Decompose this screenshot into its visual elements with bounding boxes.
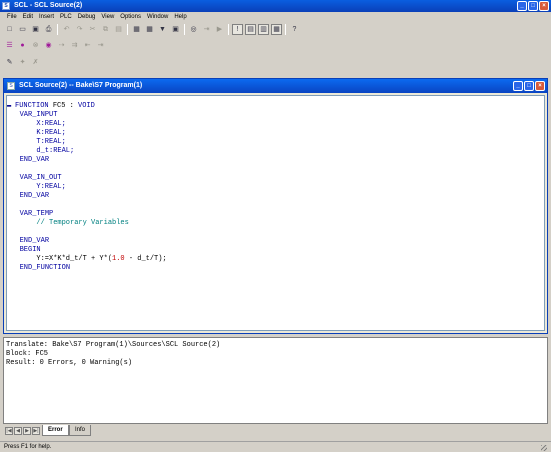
close-icon[interactable]: × (539, 1, 549, 11)
step-icon[interactable]: ⇥ (201, 24, 212, 35)
first-tab-icon[interactable]: |◀ (5, 427, 13, 435)
tool-icon[interactable]: ✦ (17, 57, 28, 68)
tab-info[interactable]: Info (69, 425, 92, 436)
menu-file[interactable]: File (4, 12, 20, 22)
list-icon[interactable]: ☰ (4, 40, 15, 51)
app-title-bar: S SCL - SCL Source(2) _ □ × (0, 0, 551, 12)
delete-breakpoint-icon[interactable]: ⊗ (30, 40, 41, 51)
step-out-icon[interactable]: ⇤ (82, 40, 93, 51)
close-icon[interactable]: × (535, 81, 545, 91)
code-line: // Temporary Variables (36, 219, 129, 227)
pen-icon[interactable]: ✎ (4, 57, 15, 68)
new-file-icon[interactable]: □ (4, 24, 15, 35)
code-line: X:REAL; (36, 120, 66, 128)
code-line: Y:REAL; (36, 183, 66, 191)
compile-icon[interactable]: ▦ (131, 24, 142, 35)
code-editor[interactable]: ▬ FUNCTION FC5 : VOID VAR_INPUT X:REAL; K… (6, 95, 545, 331)
step-into-icon[interactable]: ⇢ (56, 40, 67, 51)
debug-toolbar: ☰ ● ⊗ ◉ ⇢ ⇉ ⇤ ⇥ (4, 39, 106, 52)
compile-all-icon[interactable]: ▦ (144, 24, 155, 35)
tab-error[interactable]: Error (42, 425, 69, 436)
breakpoint-dot-icon[interactable]: ● (17, 40, 28, 51)
save-icon[interactable]: ▣ (30, 24, 41, 35)
menu-help[interactable]: Help (171, 12, 189, 22)
menu-edit[interactable]: Edit (20, 12, 36, 22)
scl-app-icon[interactable]: S (2, 2, 10, 10)
code-line: d_t:REAL; (36, 147, 75, 155)
cascade-icon[interactable]: ▤ (245, 24, 256, 35)
document-icon[interactable]: S (7, 82, 15, 90)
monitor-icon[interactable]: ▣ (170, 24, 181, 35)
code-line: END_VAR (19, 156, 50, 164)
menu-options[interactable]: Options (117, 12, 144, 22)
last-tab-icon[interactable]: ▶| (32, 427, 40, 435)
toolbar-separator (184, 24, 185, 35)
code-line: VAR_TEMP (19, 210, 54, 218)
menu-view[interactable]: View (98, 12, 117, 22)
code-line: K:REAL; (36, 129, 66, 137)
source-window: S SCL Source(2) -- Bake\S7 Program(1) _ … (3, 78, 548, 334)
output-result-line: Result: 0 Errors, 0 Warning(s) (6, 359, 133, 367)
code-line: T:REAL; (36, 138, 66, 146)
wrench-icon[interactable]: ✗ (30, 57, 41, 68)
code-line: VAR_INPUT (19, 111, 58, 119)
next-tab-icon[interactable]: ▶ (23, 427, 31, 435)
status-text: Press F1 for help. (4, 444, 52, 450)
source-window-title-bar: S SCL Source(2) -- Bake\S7 Program(1) _ … (4, 79, 547, 93)
download-icon[interactable]: ▼ (157, 24, 168, 35)
run-icon[interactable]: ▶ (214, 24, 225, 35)
maximize-icon[interactable]: □ (528, 1, 538, 11)
code-line: BEGIN (19, 246, 41, 254)
menu-window[interactable]: Window (144, 12, 171, 22)
output-tab-bar: |◀ ◀ ▶ ▶| Error Info (3, 425, 548, 437)
breakpoints-active-icon[interactable]: ◉ (43, 40, 54, 51)
code-line: ▬ FUNCTION FC5 : VOID (7, 102, 95, 110)
code-line: Y:=X*K*d_t/T + Y*(1.0 - d_t/T); (36, 255, 167, 263)
exclamation-icon[interactable]: ! (232, 24, 243, 35)
prev-tab-icon[interactable]: ◀ (14, 427, 22, 435)
app-title: SCL - SCL Source(2) (14, 2, 83, 9)
code-line: END_VAR (19, 192, 50, 200)
menu-plc[interactable]: PLC (57, 12, 75, 22)
copy-icon[interactable]: ⧉ (100, 24, 111, 35)
paste-icon[interactable]: ▤ (113, 24, 124, 35)
resume-icon[interactable]: ⇥ (95, 40, 106, 51)
print-icon[interactable]: ⎙ (43, 24, 54, 35)
code-line: END_FUNCTION (19, 264, 71, 272)
current-line-marker: ▬ (7, 102, 12, 110)
status-bar: Press F1 for help. (0, 441, 551, 452)
arrange-icon[interactable]: ▦ (271, 24, 282, 35)
standard-toolbar: □ ▭ ▣ ⎙ ↶ ↷ ✂ ⧉ ▤ ▦ ▦ ▼ ▣ ◎ ⇥ ▶ ! ▤ ▥ ▦ … (4, 23, 300, 36)
output-translate-line: Translate: Bake\S7 Program(1)\Sources\SC… (6, 341, 221, 349)
toolbar-separator (127, 24, 128, 35)
step-over-icon[interactable]: ⇉ (69, 40, 80, 51)
maximize-icon[interactable]: □ (524, 81, 534, 91)
menu-debug[interactable]: Debug (75, 12, 99, 22)
tile-icon[interactable]: ▥ (258, 24, 269, 35)
tools-toolbar: ✎ ✦ ✗ (4, 56, 41, 69)
undo-icon[interactable]: ↶ (61, 24, 72, 35)
resize-grip-icon[interactable] (541, 445, 547, 451)
cut-icon[interactable]: ✂ (87, 24, 98, 35)
menu-insert[interactable]: Insert (36, 12, 57, 22)
output-pane[interactable]: Translate: Bake\S7 Program(1)\Sources\SC… (3, 337, 548, 424)
code-line: VAR_IN_OUT (19, 174, 62, 182)
toolbar-separator (285, 24, 286, 35)
output-block-line: Block: FC5 (6, 350, 49, 358)
redo-icon[interactable]: ↷ (74, 24, 85, 35)
breakpoint-icon[interactable]: ◎ (188, 24, 199, 35)
minimize-icon[interactable]: _ (517, 1, 527, 11)
code-line: END_VAR (19, 237, 50, 245)
open-icon[interactable]: ▭ (17, 24, 28, 35)
source-window-title: SCL Source(2) -- Bake\S7 Program(1) (19, 82, 143, 89)
toolbar-separator (57, 24, 58, 35)
context-help-icon[interactable]: ? (289, 24, 300, 35)
menu-bar: File Edit Insert PLC Debug View Options … (0, 12, 551, 22)
minimize-icon[interactable]: _ (513, 81, 523, 91)
toolbar-separator (228, 24, 229, 35)
